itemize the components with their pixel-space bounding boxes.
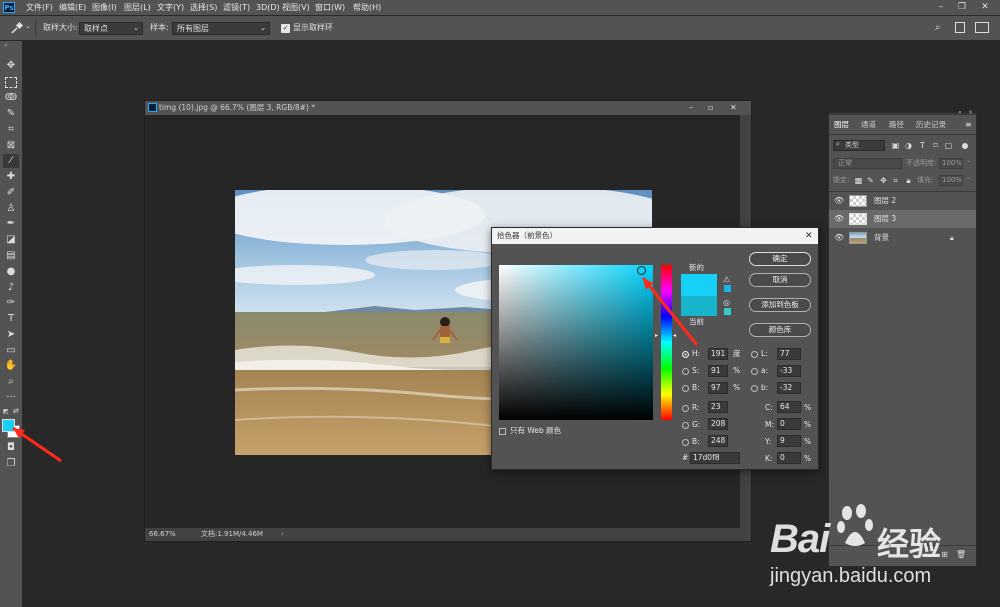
watermark-brand-left: Bai — [770, 517, 830, 561]
watermark-brand-right: 经验 — [877, 525, 942, 563]
arrow-to-foreground-swatch — [12, 426, 62, 463]
watermark-url: jingyan.baidu.com — [770, 565, 932, 587]
baidu-jingyan-watermark: Bai 经验 jingyan.baidu.com — [765, 495, 1000, 607]
paw-logo-icon — [837, 503, 873, 551]
arrow-to-color-field — [641, 277, 699, 346]
